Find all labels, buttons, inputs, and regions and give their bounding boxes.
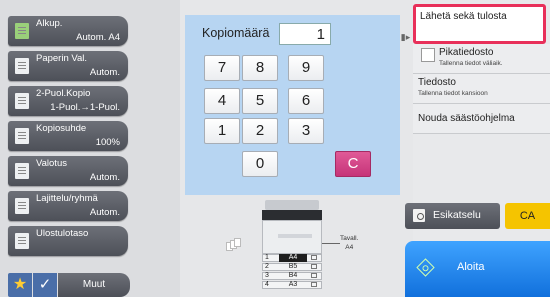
sort-group-value: Autom. — [89, 207, 120, 218]
quick-file-label: Pikatiedosto — [439, 47, 494, 58]
output-tray-button[interactable]: Ulostulotaso — [8, 226, 128, 256]
copy-ratio-value: 100% — [95, 137, 120, 148]
tray-3[interactable]: 3 B4 — [262, 272, 322, 280]
quick-file-option[interactable]: Pikatiedosto Tallenna tiedot väliaik. — [413, 44, 550, 74]
paper-stack-icon — [311, 255, 317, 260]
tray-size: A4 — [279, 254, 307, 262]
output-tray-label: Ulostulotaso — [36, 228, 89, 239]
paper-stack-icon — [311, 264, 317, 269]
tray-paper-size: A4 — [345, 244, 354, 251]
send-and-print-button[interactable]: Lähetä sekä tulosta — [413, 4, 546, 44]
sort-icon — [15, 198, 29, 214]
key-0[interactable]: 0 — [242, 151, 278, 177]
clear-all-button[interactable]: CA — [505, 203, 550, 229]
copy-ratio-button[interactable]: Kopiosuhde 100% — [8, 121, 128, 151]
quick-file-checkbox[interactable] — [421, 48, 435, 62]
start-icon — [416, 258, 435, 277]
check-icon[interactable]: ✓ — [33, 273, 57, 297]
copy-count-title: Kopiomäärä — [202, 26, 270, 40]
tray-size: B4 — [288, 272, 298, 279]
key-9[interactable]: 9 — [288, 55, 324, 81]
key-4[interactable]: 4 — [204, 88, 240, 114]
tray-paper-type: Tavall. — [340, 235, 359, 242]
key-6[interactable]: 6 — [288, 88, 324, 114]
file-label: Tiedosto — [418, 77, 456, 88]
file-sub: Tallenna tiedot kansioon — [418, 90, 488, 97]
original-label: Alkup. — [36, 18, 63, 29]
output-tray-icon — [15, 233, 29, 249]
key-3[interactable]: 3 — [288, 118, 324, 144]
paper-select-label: Paperin Val. — [36, 53, 88, 64]
paper-stack-icon — [311, 273, 317, 278]
key-1[interactable]: 1 — [204, 118, 240, 144]
key-5[interactable]: 5 — [242, 88, 278, 114]
duplex-copy-value: 1-Puol.→1-Puol. — [50, 102, 120, 113]
exposure-button[interactable]: Valotus Autom. — [8, 156, 128, 186]
clear-key[interactable]: C — [335, 151, 371, 177]
duplex-copy-label: 2-Puol.Kopio — [36, 88, 91, 99]
original-value: Autom. A4 — [76, 32, 120, 43]
tray-number: 1 — [265, 254, 269, 261]
star-icon[interactable]: ★ — [8, 273, 32, 297]
retrieve-program-option[interactable]: Nouda säästöohjelma — [413, 104, 550, 134]
bottom-bar: ★ ✓ Muut — [8, 273, 136, 297]
tray-info: Tavall. A4 — [322, 234, 359, 252]
quick-file-sub: Tallenna tiedot väliaik. — [439, 60, 503, 67]
key-7[interactable]: 7 — [204, 55, 240, 81]
copy-count-keypad: Kopiomäärä 1 7 8 9 4 5 6 1 2 3 0 C — [185, 15, 400, 195]
paper-select-button[interactable]: Paperin Val. Autom. — [8, 51, 128, 81]
key-2[interactable]: 2 — [242, 118, 278, 144]
tray-number: 3 — [265, 272, 269, 279]
tray-size: A3 — [288, 281, 298, 288]
tray-4[interactable]: 4 A3 — [262, 281, 322, 289]
key-8[interactable]: 8 — [242, 55, 278, 81]
original-button[interactable]: Alkup. Autom. A4 — [8, 16, 128, 46]
tray-size: B5 — [288, 263, 298, 270]
start-label: Aloita — [457, 261, 485, 273]
panel-handle-icon[interactable]: ▮▸ — [398, 20, 413, 54]
preview-label: Esikatselu — [433, 209, 481, 221]
paper-stack-icon — [311, 282, 317, 287]
sort-group-button[interactable]: Lajittelu/ryhmä Autom. — [8, 191, 128, 221]
copy-ratio-label: Kopiosuhde — [36, 123, 87, 134]
document-sheets-icon — [226, 238, 242, 252]
exposure-value: Autom. — [89, 172, 120, 183]
paper-icon — [15, 58, 29, 74]
file-option[interactable]: Tiedosto Tallenna tiedot kansioon — [413, 74, 550, 104]
ratio-icon — [15, 128, 29, 144]
more-button[interactable]: Muut — [58, 273, 130, 297]
copy-count-field[interactable]: 1 — [279, 23, 331, 45]
tray-info-connector — [322, 243, 340, 244]
tray-number: 2 — [265, 263, 269, 270]
sort-group-label: Lajittelu/ryhmä — [36, 193, 98, 204]
duplex-icon — [15, 93, 29, 109]
original-doc-icon — [15, 23, 29, 39]
exposure-icon — [15, 163, 29, 179]
tray-1[interactable]: 1 A4 — [262, 254, 322, 262]
paper-select-value: Autom. — [89, 67, 120, 78]
tray-2[interactable]: 2 B5 — [262, 263, 322, 271]
duplex-copy-button[interactable]: 2-Puol.Kopio 1-Puol.→1-Puol. — [8, 86, 128, 116]
tray-number: 4 — [265, 281, 269, 288]
start-button[interactable]: Aloita — [405, 241, 550, 297]
exposure-label: Valotus — [36, 158, 67, 169]
paper-tray-list: 1 A4 2 B5 3 B4 4 A3 — [262, 254, 322, 290]
preview-button[interactable]: Esikatselu — [405, 203, 500, 229]
preview-icon — [413, 209, 425, 222]
